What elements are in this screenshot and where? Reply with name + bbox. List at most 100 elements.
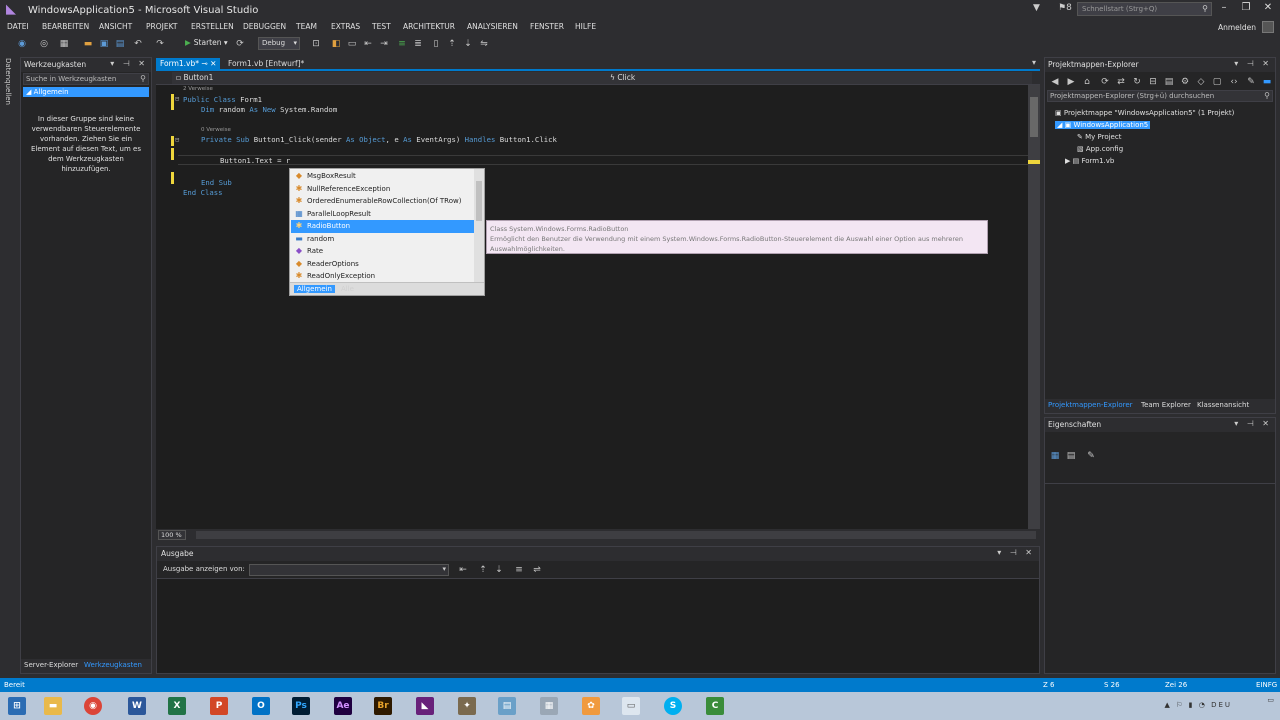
window-icon[interactable]: ▭ <box>622 697 640 715</box>
skype-icon[interactable]: S <box>664 697 682 715</box>
member-dropdown[interactable]: ϟ Click <box>606 72 1032 84</box>
tab-list-dropdown-icon[interactable]: ▾ <box>1032 58 1036 67</box>
clock[interactable]: ▭ <box>1267 696 1274 705</box>
paint-icon[interactable]: ✿ <box>582 697 600 715</box>
menu-test[interactable]: TEST <box>372 22 391 31</box>
toolbox-search-input[interactable]: Suche in Werkzeugkasten ⚲ <box>23 73 149 85</box>
tab-form1-design[interactable]: Form1.vb [Entwurf]* <box>224 58 308 70</box>
scrollbar-thumb[interactable] <box>1030 97 1038 137</box>
word-wrap-icon[interactable]: ⇌ <box>531 564 543 576</box>
home-icon[interactable]: ⌂ <box>1081 76 1093 88</box>
wrench-icon[interactable]: ✎ <box>1245 76 1257 88</box>
tree-node-app-config[interactable]: ▧ App.config <box>1077 145 1123 153</box>
save-icon[interactable]: ▣ <box>98 38 110 50</box>
word-icon[interactable]: W <box>128 697 146 715</box>
menu-datei[interactable]: DATEI <box>7 22 29 31</box>
code-lens-references[interactable]: 2 Verweise <box>183 86 213 92</box>
collapse-icon[interactable]: ⊟ <box>175 136 179 144</box>
alphabetical-icon[interactable]: ▤ <box>1065 450 1077 462</box>
pane-controls[interactable]: ▾ ⊣ ✕ <box>1234 59 1272 68</box>
completion-item[interactable]: ◆ MsgBoxResult <box>291 170 475 183</box>
restore-button[interactable]: ❐ <box>1236 2 1256 16</box>
intellisense-scrollbar[interactable] <box>474 169 484 283</box>
output-text-area[interactable] <box>157 578 1039 673</box>
tab-all[interactable]: Alle <box>338 285 357 293</box>
notepad-icon[interactable]: ▤ <box>498 697 516 715</box>
code-editor[interactable]: 2 Verweise ⊟ Public Class Form1 Dim rand… <box>156 85 1028 529</box>
completion-item[interactable]: ✱ ReadOnlyException <box>291 270 475 283</box>
next-message-icon[interactable]: ⇣ <box>493 564 505 576</box>
tab-solution-explorer[interactable]: Projektmappen-Explorer <box>1048 401 1133 409</box>
menu-projekt[interactable]: PROJEKT <box>146 22 178 31</box>
back-icon[interactable]: ◀ <box>1049 76 1061 88</box>
folder-icon[interactable]: ▬ <box>44 697 62 715</box>
pane-controls[interactable]: ▾ ⊣ ✕ <box>110 59 148 68</box>
scrollbar-thumb[interactable] <box>476 181 482 221</box>
properties-icon[interactable]: ⚙ <box>1179 76 1191 88</box>
code-lens-references[interactable]: 0 Verweise <box>201 127 231 133</box>
user-avatar-icon[interactable] <box>1262 21 1274 33</box>
notifications-flag-icon[interactable]: ⚑8 <box>1058 3 1072 13</box>
camtasia-icon[interactable]: C <box>706 697 724 715</box>
quick-launch-input[interactable]: Schnellstart (Strg+Q) ⚲ <box>1077 2 1212 16</box>
tree-node-my-project[interactable]: ✎ My Project <box>1077 133 1121 141</box>
pin-icon[interactable]: ⊸ <box>201 59 207 68</box>
tree-node-form1[interactable]: ▶ ▤ Form1.vb <box>1065 157 1114 165</box>
tab-class-view[interactable]: Klassenansicht <box>1197 401 1249 409</box>
outdent-icon[interactable]: ⇤ <box>362 38 374 50</box>
tab-toolbox[interactable]: Werkzeugkasten <box>84 661 142 669</box>
find-icon[interactable]: ⊡ <box>310 38 322 50</box>
calculator-icon[interactable]: ▦ <box>540 697 558 715</box>
uncomment-icon[interactable]: ≣ <box>412 38 424 50</box>
completion-item-selected[interactable]: ✱ RadioButton <box>291 220 475 233</box>
menu-extras[interactable]: EXTRAS <box>331 22 360 31</box>
pending-changes-icon[interactable]: ⇄ <box>1115 76 1127 88</box>
chrome-icon[interactable]: ◉ <box>84 697 102 715</box>
menu-team[interactable]: TEAM <box>296 22 317 31</box>
preview-icon[interactable]: ‹› <box>1221 76 1247 88</box>
completion-item[interactable]: ◆ ReaderOptions <box>291 258 475 271</box>
minimize-button[interactable]: – <box>1214 2 1234 16</box>
editor-horizontal-scrollbar[interactable] <box>196 531 1036 539</box>
menu-debuggen[interactable]: DEBUGGEN <box>243 22 286 31</box>
bookmark-prev-icon[interactable]: ⇡ <box>446 38 458 50</box>
menu-bearbeiten[interactable]: BEARBEITEN <box>42 22 89 31</box>
save-all-icon[interactable]: ▤ <box>114 38 126 50</box>
tab-common[interactable]: Allgemein <box>294 285 335 293</box>
powerpoint-icon[interactable]: P <box>210 697 228 715</box>
categorized-icon[interactable]: ▦ <box>1049 450 1061 462</box>
close-icon[interactable]: ✕ <box>210 59 216 68</box>
close-button[interactable]: ✕ <box>1258 2 1278 16</box>
completion-item[interactable]: ✱ NullReferenceException <box>291 183 475 196</box>
menu-ansicht[interactable]: ANSICHT <box>99 22 132 31</box>
refresh-icon[interactable]: ⟳ <box>234 38 246 50</box>
undo-icon[interactable]: ↶ <box>132 38 144 50</box>
photoshop-icon[interactable]: Ps <box>292 697 310 715</box>
navigate-forward-icon[interactable]: ◎ <box>38 38 50 50</box>
bookmark-toggle-icon[interactable]: ▯ <box>430 38 442 50</box>
solution-configuration-select[interactable]: Debug ▾ <box>258 37 300 50</box>
show-all-files-icon[interactable]: ▤ <box>1163 76 1175 88</box>
view-code-icon[interactable]: ◇ <box>1195 76 1207 88</box>
gimp-icon[interactable]: ✦ <box>458 697 476 715</box>
tab-server-explorer[interactable]: Server-Explorer <box>24 661 78 669</box>
forward-icon[interactable]: ▶ <box>1065 76 1077 88</box>
completion-item[interactable]: ▦ ParallelLoopResult <box>291 208 475 221</box>
excel-icon[interactable]: X <box>168 697 186 715</box>
navigate-back-icon[interactable]: ◉ <box>16 38 28 50</box>
property-pages-icon[interactable]: ✎ <box>1085 450 1097 462</box>
completion-item[interactable]: ▬ random <box>291 233 475 246</box>
sync-icon[interactable]: ⟳ <box>1099 76 1111 88</box>
menu-fenster[interactable]: FENSTER <box>530 22 564 31</box>
indent-icon[interactable]: ⇥ <box>378 38 390 50</box>
menu-erstellen[interactable]: ERSTELLEN <box>191 22 234 31</box>
menu-hilfe[interactable]: HILFE <box>575 22 596 31</box>
start-debugging-button[interactable]: ▶ Starten ▾ <box>185 38 228 47</box>
data-sources-tab[interactable]: Datenquellen <box>4 58 16 138</box>
outlook-icon[interactable]: O <box>252 697 270 715</box>
signin-link[interactable]: Anmelden <box>1218 23 1256 32</box>
tree-node-solution[interactable]: ▣ Projektmappe "WindowsApplication5" (1 … <box>1055 109 1234 117</box>
clear-all-icon[interactable]: ≡ <box>513 564 525 576</box>
filter-icon[interactable]: ▼ <box>1033 3 1040 13</box>
collapse-icon[interactable]: ⊟ <box>175 95 179 103</box>
